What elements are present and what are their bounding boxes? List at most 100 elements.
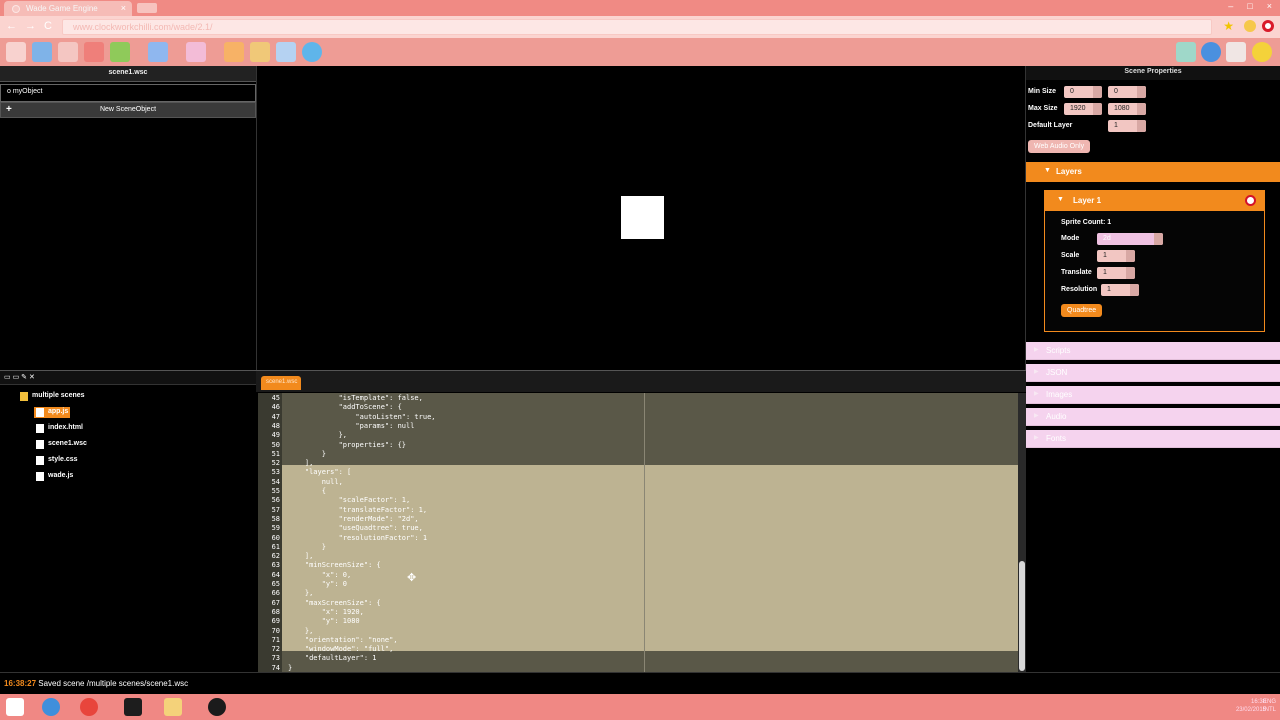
tree-file-style[interactable]: style.css <box>34 455 80 466</box>
reload-icon[interactable]: C <box>44 20 52 32</box>
code-line[interactable]: "renderMode": "2d", <box>288 515 419 523</box>
play-icon[interactable] <box>186 42 206 62</box>
system-clock[interactable]: 16:38 23/02/2015 <box>1236 698 1266 714</box>
obs-icon[interactable] <box>208 698 226 716</box>
code-line[interactable]: "autoListen": true, <box>288 413 435 421</box>
windows-start-icon[interactable] <box>6 698 24 716</box>
download-icon[interactable] <box>110 42 130 62</box>
new-file-icon[interactable] <box>6 42 26 62</box>
code-line[interactable]: "windowMode": "full", <box>288 645 394 653</box>
maximize-icon[interactable]: □ <box>1247 1 1252 11</box>
add-object-icon[interactable] <box>58 42 78 62</box>
resolution-input[interactable]: 1 <box>1101 284 1139 296</box>
extension-icon[interactable] <box>1244 20 1256 32</box>
avatar-icon[interactable] <box>1226 42 1246 62</box>
code-line[interactable]: }, <box>288 431 347 439</box>
rename-icon[interactable]: ✎ <box>21 374 29 381</box>
code-line[interactable]: } <box>288 450 326 458</box>
code-line[interactable]: "properties": {} <box>288 441 406 449</box>
file-explorer-icon[interactable] <box>164 698 182 716</box>
cloud-icon[interactable] <box>302 42 322 62</box>
code-line[interactable]: "y": 0 <box>288 580 347 588</box>
tree-file-app[interactable]: app.js <box>34 407 71 418</box>
scripts-section-header[interactable]: ▶ Scripts <box>1026 342 1280 360</box>
sun-icon[interactable] <box>224 42 244 62</box>
layer-1-header[interactable]: ▼ Layer 1 <box>1045 191 1264 211</box>
code-line[interactable]: }, <box>288 589 313 597</box>
tree-folder-root[interactable]: multiple scenes <box>18 391 87 402</box>
code-line[interactable]: "defaultLayer": 1 <box>288 654 377 662</box>
mode-select[interactable]: 2d <box>1097 233 1163 245</box>
code-line[interactable]: "params": null <box>288 422 414 430</box>
wand-icon[interactable] <box>250 42 270 62</box>
editor-scrollbar[interactable] <box>1018 393 1026 673</box>
url-input[interactable]: www.clockworkchilli.com/wade/2.1/ <box>62 19 1212 35</box>
minimize-icon[interactable]: – <box>1228 1 1233 11</box>
code-line[interactable]: "maxScreenSize": { <box>288 599 381 607</box>
open-folder-icon[interactable] <box>32 42 52 62</box>
ie-browser-icon[interactable] <box>42 698 60 716</box>
forward-icon[interactable]: → <box>25 20 36 32</box>
code-line[interactable]: "x": 1920, <box>288 608 364 616</box>
code-line[interactable]: "addToScene": { <box>288 403 402 411</box>
scene-viewport[interactable] <box>256 66 1026 370</box>
help-icon[interactable] <box>1201 42 1221 62</box>
save-icon[interactable] <box>84 42 104 62</box>
max-size-x-input[interactable]: 1920 <box>1064 103 1102 115</box>
images-section-header[interactable]: ▶ Images <box>1026 386 1280 404</box>
scrollbar-thumb[interactable] <box>1019 561 1025 671</box>
code-line[interactable]: } <box>288 664 292 672</box>
bookmark-star-icon[interactable]: ★ <box>1223 19 1234 33</box>
sprite-object[interactable] <box>621 196 664 239</box>
delete-layer-icon[interactable] <box>1245 195 1256 206</box>
new-folder-icon[interactable]: ▭ <box>13 374 22 381</box>
grid-icon[interactable] <box>1176 42 1196 62</box>
close-window-icon[interactable]: × <box>1267 1 1272 11</box>
code-line[interactable]: "minScreenSize": { <box>288 561 381 569</box>
scene-object-item[interactable]: o myObject <box>0 84 256 102</box>
quadtree-button[interactable]: Quadtree <box>1061 304 1103 317</box>
code-line[interactable]: } <box>288 543 326 551</box>
audio-section-header[interactable]: ▶ Audio <box>1026 408 1280 426</box>
back-icon[interactable]: ← <box>6 20 17 32</box>
code-line[interactable]: null, <box>288 478 343 486</box>
code-line[interactable]: "isTemplate": false, <box>288 394 423 402</box>
tree-file-wade[interactable]: wade.js <box>34 471 75 482</box>
code-line[interactable]: { <box>288 487 326 495</box>
opera-menu-icon[interactable] <box>1262 20 1274 32</box>
max-size-y-input[interactable]: 1080 <box>1108 103 1146 115</box>
chrome-browser-icon[interactable] <box>80 698 98 716</box>
new-scene-object-button[interactable]: + New SceneObject <box>0 102 256 118</box>
translate-input[interactable]: 1 <box>1097 267 1135 279</box>
scale-input[interactable]: 1 <box>1097 250 1135 262</box>
code-line[interactable]: "x": 0, <box>288 571 352 579</box>
tab-close-icon[interactable]: × <box>121 3 126 13</box>
code-line[interactable]: "y": 1080 <box>288 617 360 625</box>
layers-section-header[interactable]: ▼ Layers <box>1026 162 1280 182</box>
code-line[interactable]: "useQuadtree": true, <box>288 524 423 532</box>
code-line[interactable]: ], <box>288 459 313 467</box>
code-line[interactable]: "translateFactor": 1, <box>288 506 428 514</box>
code-line[interactable]: "scaleFactor": 1, <box>288 496 411 504</box>
code-line[interactable]: "orientation": "none", <box>288 636 398 644</box>
smiley-icon[interactable] <box>1252 42 1272 62</box>
code-line[interactable]: "resolutionFactor": 1 <box>288 534 428 542</box>
terminal-icon[interactable] <box>124 698 142 716</box>
code-line[interactable]: "layers": [ <box>288 468 351 476</box>
code-line[interactable]: }, <box>288 627 313 635</box>
new-tab-button[interactable] <box>137 3 157 13</box>
tree-file-scene1[interactable]: scene1.wsc <box>34 439 89 450</box>
settings-gear-icon[interactable] <box>276 42 296 62</box>
browser-tab[interactable]: Wade Game Engine × <box>4 1 132 16</box>
min-size-y-input[interactable]: 0 <box>1108 86 1146 98</box>
default-layer-input[interactable]: 1 <box>1108 120 1146 132</box>
fonts-section-header[interactable]: ▶ Fonts <box>1026 430 1280 448</box>
move-tool-icon[interactable] <box>148 42 168 62</box>
code-line[interactable]: ], <box>288 552 313 560</box>
editor-tab-scene1[interactable]: scene1.wsc <box>261 376 301 390</box>
min-size-x-input[interactable]: 0 <box>1064 86 1102 98</box>
new-file-icon[interactable]: ▭ <box>4 374 13 381</box>
delete-icon[interactable]: ✕ <box>29 374 35 381</box>
web-audio-only-button[interactable]: Web Audio Only <box>1028 140 1091 153</box>
json-section-header[interactable]: ▶ JSON <box>1026 364 1280 382</box>
